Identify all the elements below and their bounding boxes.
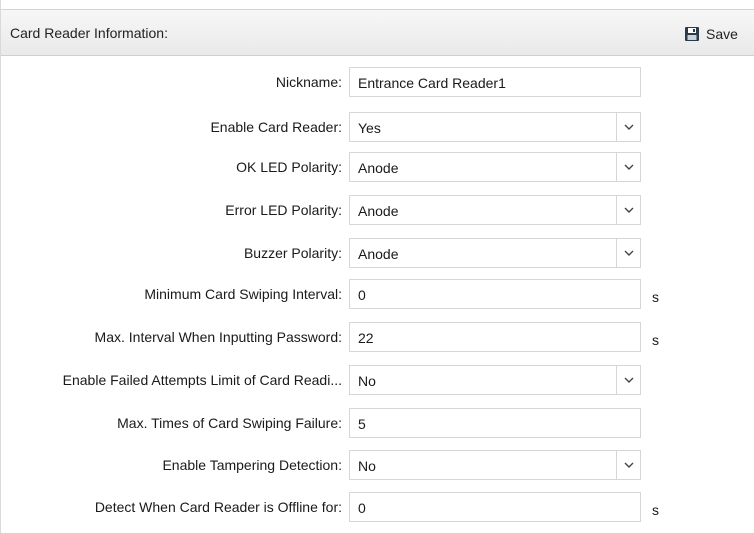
panel-title: Card Reader Information: bbox=[10, 25, 168, 41]
chevron-down-icon[interactable] bbox=[616, 113, 640, 141]
field-value: 22 bbox=[358, 330, 374, 346]
field-label: Minimum Card Swiping Interval: bbox=[144, 286, 342, 302]
field-row-ok-led-polarity: OK LED Polarity: Anode bbox=[1, 152, 754, 182]
chevron-down-icon[interactable] bbox=[616, 451, 640, 479]
field-value: Anode bbox=[358, 246, 399, 262]
save-button-label: Save bbox=[706, 26, 738, 42]
field-value: 0 bbox=[358, 500, 366, 516]
unit-label: s bbox=[652, 332, 659, 348]
field-label: Error LED Polarity: bbox=[225, 202, 342, 218]
buzzer-polarity-select[interactable]: Anode bbox=[349, 238, 641, 268]
panel-header: Card Reader Information: Save bbox=[1, 9, 754, 56]
field-row-max-swiping-failure: Max. Times of Card Swiping Failure: 5 bbox=[1, 408, 754, 438]
error-led-polarity-select[interactable]: Anode bbox=[349, 195, 641, 225]
chevron-down-icon[interactable] bbox=[616, 239, 640, 267]
card-reader-panel: Card Reader Information: Save Nickname: … bbox=[0, 0, 754, 533]
chevron-down-icon[interactable] bbox=[616, 153, 640, 181]
chevron-down-icon[interactable] bbox=[616, 196, 640, 224]
nickname-input[interactable]: Entrance Card Reader1 bbox=[349, 67, 641, 97]
field-label: Enable Tampering Detection: bbox=[162, 457, 342, 473]
field-value: Entrance Card Reader1 bbox=[358, 75, 506, 91]
field-value: No bbox=[358, 458, 376, 474]
field-row-enable-card-reader: Enable Card Reader: Yes bbox=[1, 112, 754, 142]
field-row-max-interval-password: Max. Interval When Inputting Password: 2… bbox=[1, 322, 754, 352]
field-row-nickname: Nickname: Entrance Card Reader1 bbox=[1, 67, 754, 97]
field-value: Anode bbox=[358, 203, 399, 219]
field-label: Buzzer Polarity: bbox=[243, 245, 342, 261]
min-card-swiping-interval-input[interactable]: 0 bbox=[349, 279, 641, 309]
field-row-error-led-polarity: Error LED Polarity: Anode bbox=[1, 195, 754, 225]
field-label: Max. Times of Card Swiping Failure: bbox=[117, 415, 342, 431]
unit-label: s bbox=[652, 289, 659, 305]
field-row-tampering-detection: Enable Tampering Detection: No bbox=[1, 450, 754, 480]
field-row-offline-detection: Detect When Card Reader is Offline for: … bbox=[1, 492, 754, 522]
field-row-failed-attempts-limit: Enable Failed Attempts Limit of Card Rea… bbox=[1, 365, 754, 395]
field-row-min-card-swiping-interval: Minimum Card Swiping Interval: 0 s bbox=[1, 279, 754, 309]
tampering-detection-select[interactable]: No bbox=[349, 450, 641, 480]
field-label: Detect When Card Reader is Offline for: bbox=[94, 499, 342, 515]
field-value: Yes bbox=[358, 120, 381, 136]
field-label: Max. Interval When Inputting Password: bbox=[94, 329, 342, 345]
field-row-buzzer-polarity: Buzzer Polarity: Anode bbox=[1, 238, 754, 268]
field-value: No bbox=[358, 373, 376, 389]
field-value: 0 bbox=[358, 287, 366, 303]
field-label: OK LED Polarity: bbox=[236, 159, 342, 175]
unit-label: s bbox=[652, 502, 659, 518]
offline-detection-input[interactable]: 0 bbox=[349, 492, 641, 522]
save-disk-icon bbox=[685, 27, 699, 41]
max-swiping-failure-input[interactable]: 5 bbox=[349, 408, 641, 438]
chevron-down-icon[interactable] bbox=[616, 366, 640, 394]
ok-led-polarity-select[interactable]: Anode bbox=[349, 152, 641, 182]
field-value: 5 bbox=[358, 416, 366, 432]
field-value: Anode bbox=[358, 160, 399, 176]
save-button[interactable]: Save bbox=[684, 24, 738, 44]
failed-attempts-limit-select[interactable]: No bbox=[349, 365, 641, 395]
enable-card-reader-select[interactable]: Yes bbox=[349, 112, 641, 142]
max-interval-password-input[interactable]: 22 bbox=[349, 322, 641, 352]
field-label: Enable Failed Attempts Limit of Card Rea… bbox=[62, 372, 342, 388]
field-label: Enable Card Reader: bbox=[210, 119, 342, 135]
field-label: Nickname: bbox=[275, 74, 342, 90]
